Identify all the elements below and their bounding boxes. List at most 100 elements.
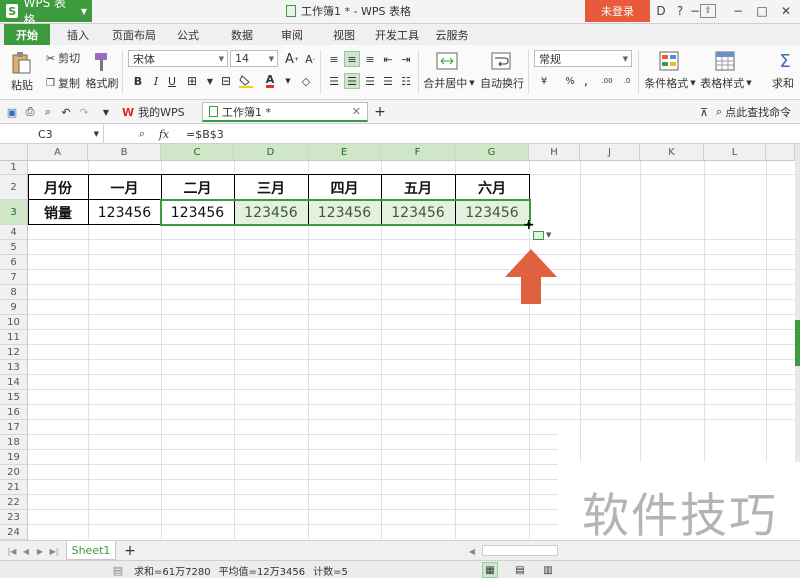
font-size-select[interactable]: 14 ▼	[230, 50, 278, 67]
format-painter-icon[interactable]	[86, 49, 116, 75]
row-header[interactable]: 4	[0, 225, 28, 240]
increase-decimal-icon[interactable]: .00	[598, 73, 616, 89]
merge-center-icon[interactable]	[432, 49, 462, 73]
redo-icon[interactable]: ↷	[76, 104, 92, 120]
autofill-options-button[interactable]: ▼	[533, 228, 557, 242]
chevron-down-icon[interactable]: ▼	[202, 73, 218, 89]
ribbon-toggle-icon[interactable]: ⊼	[696, 104, 712, 120]
distribute-icon[interactable]: ☷	[398, 73, 414, 89]
align-top-icon[interactable]: ≡	[326, 51, 342, 67]
row-header[interactable]: 6	[0, 255, 28, 270]
tab-developer[interactable]: 开发工具	[370, 24, 424, 45]
decrease-decimal-icon[interactable]: .0	[618, 73, 636, 89]
cell-d2[interactable]: 三月	[234, 175, 308, 200]
tab-page-layout[interactable]: 页面布局	[106, 24, 162, 45]
app-menu-button[interactable]: S WPS 表格 ▼	[0, 0, 92, 27]
paste-button[interactable]: 粘贴	[4, 77, 40, 93]
percent-icon[interactable]: %	[562, 73, 578, 89]
restore-ribbon-icon[interactable]: ⇧	[700, 4, 716, 18]
number-format-select[interactable]: 常规 ▼	[534, 50, 632, 67]
print-preview-icon[interactable]: ⌕	[40, 104, 56, 120]
font-color-icon[interactable]: A	[262, 73, 278, 89]
fx-icon[interactable]: fx	[154, 126, 174, 142]
column-header-j[interactable]: J	[580, 144, 640, 161]
column-header-b[interactable]: B	[88, 144, 161, 161]
align-center-icon[interactable]: ☰	[344, 73, 360, 89]
column-header-a[interactable]: A	[28, 144, 88, 161]
merge-center-button[interactable]: 合并居中 ▼	[422, 75, 476, 91]
tab-review[interactable]: 审阅	[272, 24, 312, 45]
row-header[interactable]: 22	[0, 495, 28, 510]
column-header-h[interactable]: H	[529, 144, 580, 161]
italic-icon[interactable]: I	[148, 73, 164, 89]
scroll-thumb[interactable]	[795, 320, 800, 366]
column-header-g[interactable]: G	[455, 144, 529, 161]
copy-button[interactable]: ❐ 复制	[42, 75, 84, 91]
close-button[interactable]: ✕	[774, 0, 798, 22]
row-header[interactable]: 16	[0, 405, 28, 420]
select-all-corner[interactable]	[0, 144, 28, 161]
column-header-k[interactable]: K	[640, 144, 704, 161]
save-icon[interactable]: ▣	[4, 104, 20, 120]
column-header-m[interactable]	[766, 144, 795, 161]
row-header[interactable]: 9	[0, 300, 28, 315]
login-button[interactable]: 未登录	[585, 0, 650, 22]
underline-icon[interactable]: U	[164, 73, 180, 89]
comma-icon[interactable]: ,	[578, 73, 594, 89]
sum-button[interactable]: 求和	[766, 75, 800, 91]
decrease-font-icon[interactable]: A-	[302, 51, 318, 67]
row-header[interactable]: 24	[0, 525, 28, 540]
cut-button[interactable]: ✂ 剪切	[42, 50, 84, 66]
tab-view[interactable]: 视图	[324, 24, 364, 45]
tab-workbook[interactable]: 工作簿1 * ✕	[202, 102, 368, 122]
column-header-c[interactable]: C	[161, 144, 234, 161]
row-header[interactable]: 21	[0, 480, 28, 495]
indent-increase-icon[interactable]: ⇥	[398, 51, 414, 67]
table-style-button[interactable]: 表格样式 ▼	[700, 75, 752, 91]
cell-a3[interactable]: 销量	[28, 200, 88, 225]
cell-a2[interactable]: 月份	[28, 175, 88, 200]
tab-cloud[interactable]: 云服务	[430, 24, 474, 45]
row-header[interactable]: 19	[0, 450, 28, 465]
formula-input[interactable]: =$B$3	[186, 124, 224, 144]
close-icon[interactable]: ✕	[352, 105, 361, 118]
cell-g2[interactable]: 六月	[455, 175, 529, 200]
row-header[interactable]: 5	[0, 240, 28, 255]
conditional-format-icon[interactable]	[654, 49, 684, 73]
table-style-icon[interactable]	[710, 49, 740, 73]
row-header[interactable]: 17	[0, 420, 28, 435]
align-bottom-icon[interactable]: ≡	[362, 51, 378, 67]
cell-b2[interactable]: 一月	[88, 175, 161, 200]
row-header[interactable]: 3	[0, 200, 28, 225]
wrap-text-icon[interactable]	[486, 49, 516, 73]
row-header[interactable]: 18	[0, 435, 28, 450]
conditional-format-button[interactable]: 条件格式 ▼	[644, 75, 696, 91]
normal-view-icon[interactable]: ▦	[482, 562, 498, 578]
minimize-button[interactable]: −	[726, 0, 750, 22]
column-header-f[interactable]: F	[381, 144, 455, 161]
sheet-tab-sheet1[interactable]: Sheet1	[66, 541, 116, 560]
horizontal-scrollbar[interactable]	[482, 545, 558, 556]
merge-icon[interactable]: ⊟	[218, 73, 234, 89]
column-header-d[interactable]: D	[234, 144, 308, 161]
command-search[interactable]: ⌕ 点此查找命令	[714, 102, 800, 122]
row-header[interactable]: 14	[0, 375, 28, 390]
align-middle-icon[interactable]: ≡	[344, 51, 360, 67]
sum-icon[interactable]: Σ	[772, 49, 798, 73]
clear-format-icon[interactable]: ◇	[298, 73, 314, 89]
row-header[interactable]: 1	[0, 161, 28, 175]
row-header[interactable]: 15	[0, 390, 28, 405]
help-icon[interactable]: ?	[672, 0, 688, 22]
font-name-select[interactable]: 宋体 ▼	[128, 50, 228, 67]
chevron-down-icon[interactable]: ▼	[280, 73, 296, 89]
new-tab-icon[interactable]: +	[372, 104, 388, 120]
macro-icon[interactable]: ▤	[110, 562, 126, 578]
print-icon[interactable]: ⎙	[22, 104, 38, 120]
align-left-icon[interactable]: ☰	[326, 73, 342, 89]
cell-f2[interactable]: 五月	[381, 175, 455, 200]
cell-c2[interactable]: 二月	[161, 175, 234, 200]
last-sheet-icon[interactable]: ▶|	[46, 543, 62, 559]
format-painter-button[interactable]: 格式刷	[84, 75, 120, 91]
scroll-left-icon[interactable]: ◀	[464, 543, 480, 559]
page-break-view-icon[interactable]: ▥	[540, 562, 556, 578]
